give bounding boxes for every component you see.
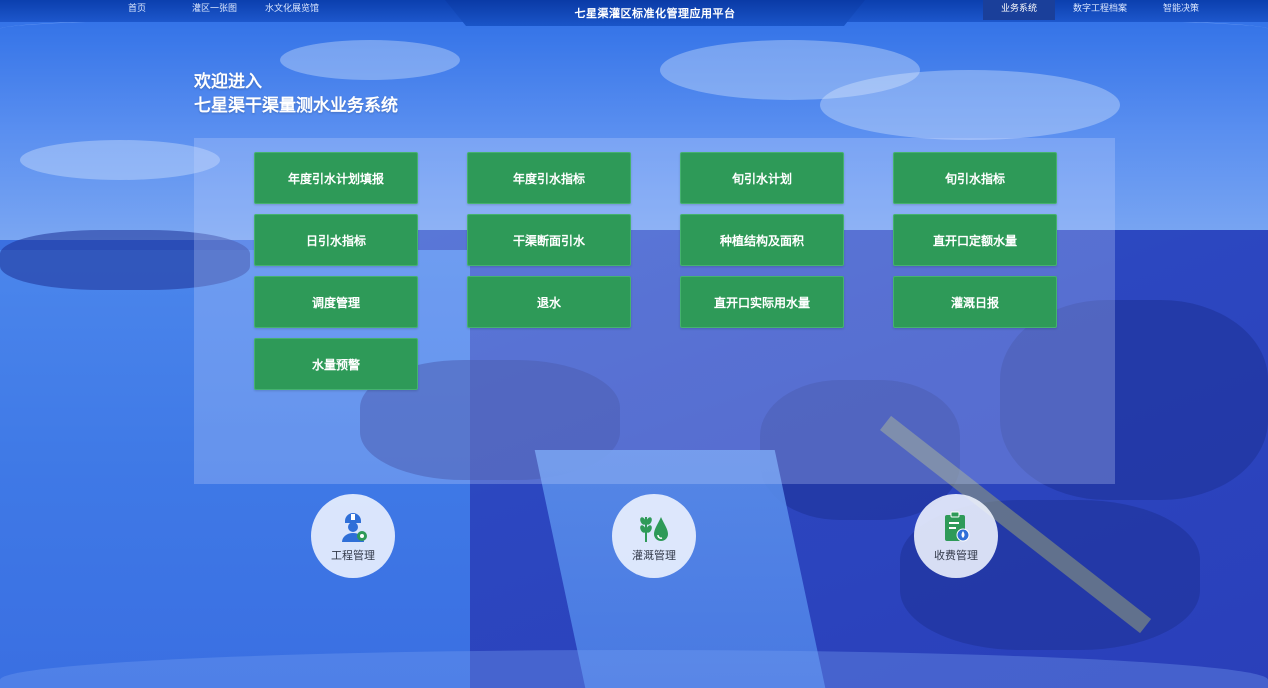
nav-home[interactable]: 首页: [128, 3, 146, 15]
tile-ten-day-plan[interactable]: 旬引水计划: [680, 152, 844, 204]
tile-planting-structure[interactable]: 种植结构及面积: [680, 214, 844, 266]
module-engineering[interactable]: 工程管理: [311, 494, 395, 578]
tile-annual-plan-entry[interactable]: 年度引水计划填报: [254, 152, 418, 204]
engineer-icon: [342, 513, 367, 542]
nav-intelligent-decision[interactable]: 智能决策: [1145, 0, 1217, 20]
tile-outlet-actual-usage[interactable]: 直开口实际用水量: [680, 276, 844, 328]
nav-digital-archive[interactable]: 数字工程档案: [1055, 0, 1145, 20]
module-billing[interactable]: 收费管理: [914, 494, 998, 578]
module-label: 收费管理: [934, 549, 978, 562]
top-navigation-bar: 首页 灌区一张图 水文化展览馆 七星渠灌区标准化管理应用平台 业务系统 数字工程…: [0, 0, 1268, 26]
tile-dispatch-management[interactable]: 调度管理: [254, 276, 418, 328]
billing-icon: [945, 511, 970, 542]
module-irrigation[interactable]: 灌溉管理: [612, 494, 696, 578]
tile-annual-index[interactable]: 年度引水指标: [467, 152, 631, 204]
irrigation-icon: [640, 517, 668, 542]
tile-drainage[interactable]: 退水: [467, 276, 631, 328]
platform-title: 七星渠灌区标准化管理应用平台: [574, 7, 736, 20]
nav-water-culture-hall[interactable]: 水文化展览馆: [265, 3, 319, 15]
function-panel: 年度引水计划填报 年度引水指标 旬引水计划 旬引水指标 日引水指标 干渠断面引水…: [194, 138, 1115, 484]
function-grid: 年度引水计划填报 年度引水指标 旬引水计划 旬引水指标 日引水指标 干渠断面引水…: [254, 152, 1057, 390]
tile-irrigation-daily-report[interactable]: 灌溉日报: [893, 276, 1057, 328]
tile-canal-section-intake[interactable]: 干渠断面引水: [467, 214, 631, 266]
nav-irrigation-map[interactable]: 灌区一张图: [192, 3, 237, 15]
module-label: 灌溉管理: [632, 549, 676, 562]
nav-business-system[interactable]: 业务系统: [983, 0, 1056, 20]
welcome-line-1: 欢迎进入: [194, 72, 262, 92]
welcome-heading: 欢迎进入 七星渠干渠量测水业务系统: [194, 70, 398, 118]
tile-water-warning[interactable]: 水量预警: [254, 338, 418, 390]
welcome-line-2: 七星渠干渠量测水业务系统: [194, 96, 398, 116]
module-label: 工程管理: [331, 549, 375, 562]
tile-daily-index[interactable]: 日引水指标: [254, 214, 418, 266]
tile-outlet-quota[interactable]: 直开口定额水量: [893, 214, 1057, 266]
tile-ten-day-index[interactable]: 旬引水指标: [893, 152, 1057, 204]
